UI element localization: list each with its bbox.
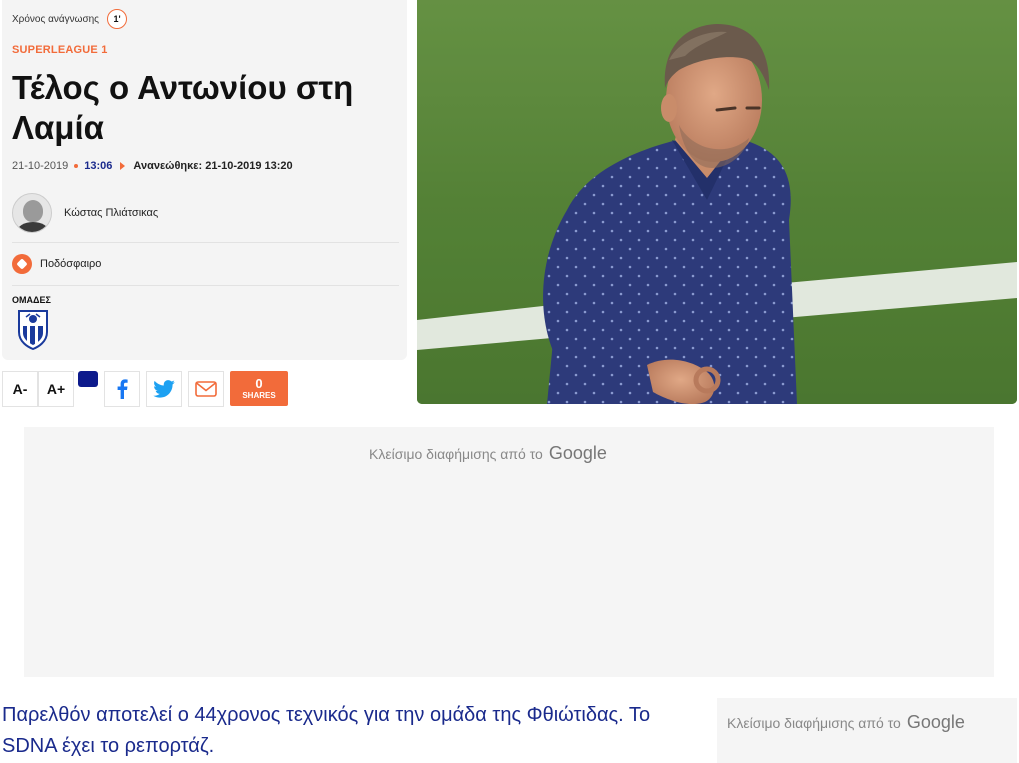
- email-share-button[interactable]: [188, 371, 224, 407]
- ad-close-link[interactable]: Κλείσιμο διαφήμισης από το Google: [369, 443, 607, 464]
- coach-photo-image: [417, 0, 1017, 404]
- ad-close-link-side[interactable]: Κλείσιμο διαφήμισης από το Google: [727, 712, 965, 733]
- ad-close-text: Κλείσιμο διαφήμισης από το: [369, 446, 543, 462]
- ad-slot-main: Κλείσιμο διαφήμισης από το Google: [24, 427, 994, 677]
- category-link[interactable]: SUPERLEAGUE 1: [12, 44, 108, 56]
- font-larger-button[interactable]: A+: [38, 371, 74, 407]
- ad-close-text: Κλείσιμο διαφήμισης από το: [727, 715, 901, 731]
- author[interactable]: Κώστας Πλιάτσικας: [12, 193, 158, 233]
- article-info-card: Χρόνος ανάγνωσης 1' SUPERLEAGUE 1 Τέλος …: [2, 0, 407, 360]
- reading-time-badge: 1': [107, 9, 128, 29]
- share-count[interactable]: 0 SHARES: [230, 371, 288, 406]
- publish-date: 21-10-2019: [12, 160, 69, 172]
- theme-toggle[interactable]: [78, 371, 98, 387]
- email-icon: [195, 381, 217, 397]
- teams-label: ΟΜΑΔΕΣ: [12, 295, 51, 305]
- author-name[interactable]: Κώστας Πλιάτσικας: [64, 207, 158, 219]
- article-body: Παρελθόν αποτελεί ο 44χρονος τεχνικός γι…: [2, 704, 651, 757]
- ad-slot-side: Κλείσιμο διαφήμισης από το Google: [717, 698, 1017, 763]
- font-smaller-button[interactable]: A-: [2, 371, 38, 407]
- avatar[interactable]: [12, 193, 52, 233]
- reading-time: Χρόνος ανάγνωσης 1': [12, 9, 128, 29]
- google-logo: Google: [906, 712, 965, 732]
- arrow-right-icon: [120, 162, 126, 170]
- share-count-label: SHARES: [242, 390, 276, 400]
- google-logo: Google: [548, 443, 607, 463]
- share-count-value: 0: [255, 375, 263, 391]
- facebook-icon: [117, 379, 128, 399]
- divider: [12, 285, 399, 286]
- football-icon: [12, 254, 32, 274]
- sport-tag[interactable]: Ποδόσφαιρο: [12, 254, 101, 274]
- team-crest-icon[interactable]: [16, 308, 50, 350]
- article-toolbar: A- A+ 0 SHARES: [2, 371, 288, 407]
- article-meta: 21-10-2019 13:06 Ανανεώθηκε: 21-10-2019 …: [12, 160, 293, 172]
- twitter-share-button[interactable]: [146, 371, 182, 407]
- facebook-share-button[interactable]: [104, 371, 140, 407]
- page-title: Τέλος ο Αντωνίου στη Λαμία: [12, 69, 354, 146]
- updated-timestamp: Ανανεώθηκε: 21-10-2019 13:20: [133, 160, 293, 172]
- separator-dot-icon: [74, 164, 79, 168]
- sport-label[interactable]: Ποδόσφαιρο: [40, 258, 101, 270]
- twitter-icon: [153, 380, 175, 398]
- divider: [12, 242, 399, 243]
- publish-time: 13:06: [84, 160, 113, 172]
- reading-time-label: Χρόνος ανάγνωσης: [12, 13, 100, 25]
- article-photo[interactable]: [417, 0, 1017, 404]
